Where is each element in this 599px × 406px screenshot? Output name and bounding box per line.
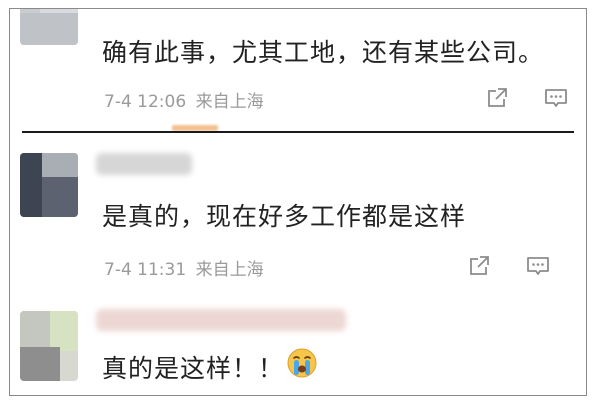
comment-meta: 7-4 11:31 来自上海	[104, 255, 264, 280]
avatar[interactable]	[20, 9, 78, 45]
comment-date: 7-4 11:31	[104, 260, 187, 280]
comment-text: 是真的，现在好多工作都是这样	[102, 202, 467, 231]
divider	[22, 131, 574, 133]
comment-item: 确有此事，尤其工地，还有某些公司。 7-4 12:06 来自上海	[10, 9, 586, 129]
comment-icon[interactable]	[543, 85, 569, 111]
comment-icon[interactable]	[525, 253, 551, 279]
comment-list: 确有此事，尤其工地，还有某些公司。 7-4 12:06 来自上海 是真的，现在好…	[9, 8, 587, 396]
comment-text: 真的是这样！！	[102, 354, 285, 383]
avatar[interactable]	[20, 311, 78, 381]
comment-location: 来自上海	[195, 92, 264, 112]
username[interactable]	[96, 153, 192, 175]
comment-text: 确有此事，尤其工地，还有某些公司。	[102, 38, 545, 67]
comment-location: 来自上海	[195, 260, 264, 280]
avatar[interactable]	[20, 153, 78, 217]
comment-item: 是真的，现在好多工作都是这样 7-4 11:31 来自上海	[10, 135, 586, 295]
username[interactable]	[96, 309, 346, 331]
crying-face-emoji	[286, 347, 318, 379]
comment-meta: 7-4 12:06 来自上海	[104, 87, 264, 112]
comment-item: 真的是这样！！	[10, 295, 586, 395]
share-icon[interactable]	[466, 253, 492, 279]
comment-date: 7-4 12:06	[104, 92, 187, 112]
share-icon[interactable]	[484, 85, 510, 111]
